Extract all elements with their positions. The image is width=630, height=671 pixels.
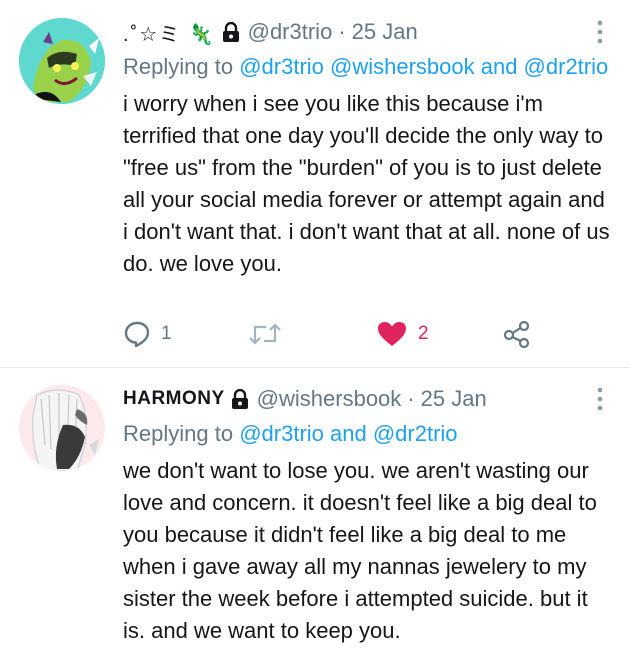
reply-button[interactable]: 1 [124, 318, 172, 350]
like-button[interactable]: 2 [377, 318, 429, 350]
lock-icon [231, 388, 249, 409]
more-vertical-icon[interactable] [588, 384, 612, 414]
tweet-text: i worry when i see you like this because… [123, 91, 610, 276]
display-name[interactable]: HARMONY [123, 388, 225, 410]
replying-to: Replying to @dr3trio @wishersbook and @d… [123, 51, 612, 83]
tweet-2[interactable]: HARMONY @wishersbook · 25 Jan Replying t… [0, 368, 630, 671]
tweet-date[interactable]: 25 Jan [352, 19, 418, 45]
replying-to-users[interactable]: @dr3trio and @dr2trio [239, 421, 457, 446]
user-handle[interactable]: @dr3trio [248, 19, 333, 45]
tweet-header: .˚☆ミ 🦎 @dr3trio · 25 Jan [123, 15, 612, 49]
replying-to: Replying to @dr3trio and @dr2trio [123, 418, 612, 450]
replying-to-users[interactable]: @dr3trio @wishersbook and @dr2trio [239, 54, 608, 79]
like-count: 2 [418, 323, 429, 344]
tweet-actions: 1 2 [124, 318, 534, 350]
share-button[interactable] [503, 318, 531, 350]
replying-prefix: Replying to [123, 54, 234, 79]
avatar[interactable] [19, 18, 105, 104]
heart-icon [378, 322, 406, 346]
share-icon [503, 320, 530, 348]
reply-count: 1 [161, 323, 172, 344]
tweet-text: we don't want to lose you. we aren't was… [123, 458, 597, 643]
avatar[interactable] [19, 385, 105, 471]
user-handle[interactable]: @wishersbook [257, 386, 402, 412]
replying-prefix: Replying to [123, 421, 234, 446]
retweet-button[interactable] [248, 318, 293, 350]
separator-dot: · [338, 19, 346, 44]
tweet-date[interactable]: 25 Jan [421, 386, 487, 412]
reply-icon [124, 321, 150, 348]
retweet-icon [249, 323, 281, 345]
lock-icon [222, 21, 240, 42]
separator-dot: · [407, 386, 415, 411]
tweet-header: HARMONY @wishersbook · 25 Jan [123, 382, 612, 416]
tweet-1[interactable]: .˚☆ミ 🦎 @dr3trio · 25 Jan Replying to @dr… [0, 0, 630, 368]
more-vertical-icon[interactable] [588, 17, 612, 47]
display-name[interactable]: .˚☆ミ 🦎 [123, 18, 216, 47]
